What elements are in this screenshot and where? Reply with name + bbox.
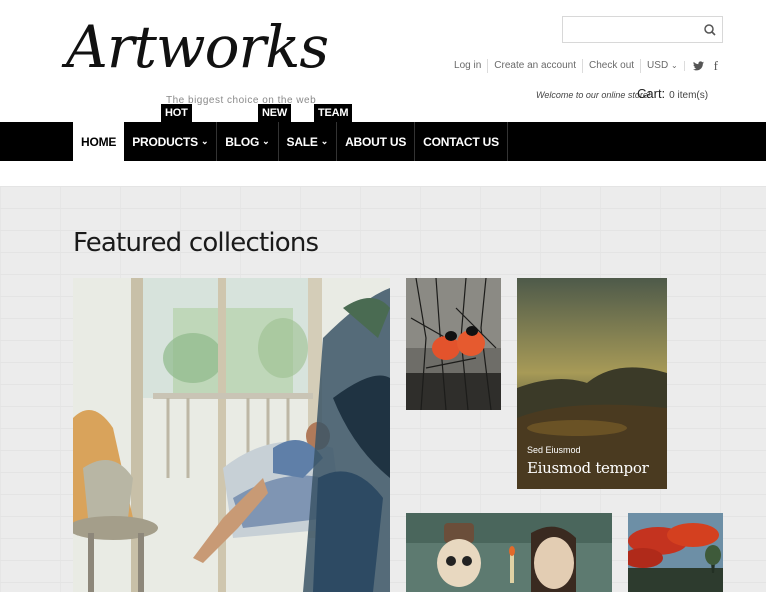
twitter-icon[interactable] xyxy=(683,61,709,71)
spacer xyxy=(0,161,766,186)
currency-select[interactable]: USD ⌄ xyxy=(640,59,684,73)
cart-count: 0 item(s) xyxy=(669,90,709,101)
cart-label: Cart: xyxy=(637,86,666,101)
collection-tile-red-trees[interactable] xyxy=(628,513,723,592)
login-link[interactable]: Log in xyxy=(448,59,487,73)
nav-home[interactable]: HOME xyxy=(73,122,125,161)
chevron-down-icon: ⌄ xyxy=(200,136,209,146)
nav-contact-label: CONTACT US xyxy=(423,134,499,149)
tile-caption-title: Eiusmod tempor xyxy=(527,459,649,477)
nav-blog-label: BLOG xyxy=(225,134,260,149)
search-box xyxy=(562,16,723,43)
section-title: Featured collections xyxy=(73,228,319,258)
painting-figures-image xyxy=(406,513,612,592)
welcome-message: Welcome to our online store! xyxy=(536,90,651,100)
badge-hot: HOT xyxy=(161,104,192,127)
tile-caption-sub: Sed Eiusmod xyxy=(527,445,581,455)
search-input[interactable] xyxy=(563,17,693,42)
collection-tile-large[interactable] xyxy=(73,278,390,592)
collection-tile-figures[interactable] xyxy=(406,513,612,592)
badge-team: TEAM xyxy=(314,104,353,127)
painting-interior-image xyxy=(73,278,390,592)
cart-link[interactable]: Cart: 0 item(s) xyxy=(637,86,708,101)
painting-birds-image xyxy=(406,278,501,410)
main-nav: HOME PRODUCTS ⌄ BLOG ⌄ SALE ⌄ ABOUT US CONT… xyxy=(0,122,766,161)
facebook-icon[interactable]: f xyxy=(709,58,723,74)
nav-sale[interactable]: SALE ⌄ xyxy=(279,122,338,161)
chevron-down-icon: ⌄ xyxy=(262,136,270,146)
nav-about[interactable]: ABOUT US xyxy=(337,122,416,161)
checkout-link[interactable]: Check out xyxy=(582,59,640,73)
create-account-link[interactable]: Create an account xyxy=(487,59,582,73)
nav-blog[interactable]: BLOG ⌄ xyxy=(217,122,279,161)
nav-contact[interactable]: CONTACT US xyxy=(415,122,508,161)
logo[interactable]: Artworks The biggest choice on the web xyxy=(66,14,329,106)
search-icon[interactable] xyxy=(702,22,718,38)
chevron-down-icon: ⌄ xyxy=(670,61,678,70)
nav-products-label: PRODUCTS xyxy=(132,134,198,149)
top-links: Log in Create an account Check out USD ⌄… xyxy=(448,58,723,74)
nav-about-label: ABOUT US xyxy=(345,134,407,149)
nav-products[interactable]: PRODUCTS ⌄ xyxy=(124,122,218,161)
nav-sale-label: SALE xyxy=(286,134,318,149)
collection-tile-landscape[interactable]: Sed Eiusmod Eiusmod tempor xyxy=(517,278,667,489)
collection-tile-birds[interactable] xyxy=(406,278,501,410)
nav-home-label: HOME xyxy=(81,134,117,149)
painting-red-trees-image xyxy=(628,513,723,592)
currency-label: USD xyxy=(647,60,669,71)
chevron-down-icon: ⌄ xyxy=(320,136,329,146)
logo-text: Artworks xyxy=(66,13,329,81)
badge-new: NEW xyxy=(258,104,292,127)
tile-caption: Sed Eiusmod Eiusmod tempor xyxy=(527,445,649,477)
